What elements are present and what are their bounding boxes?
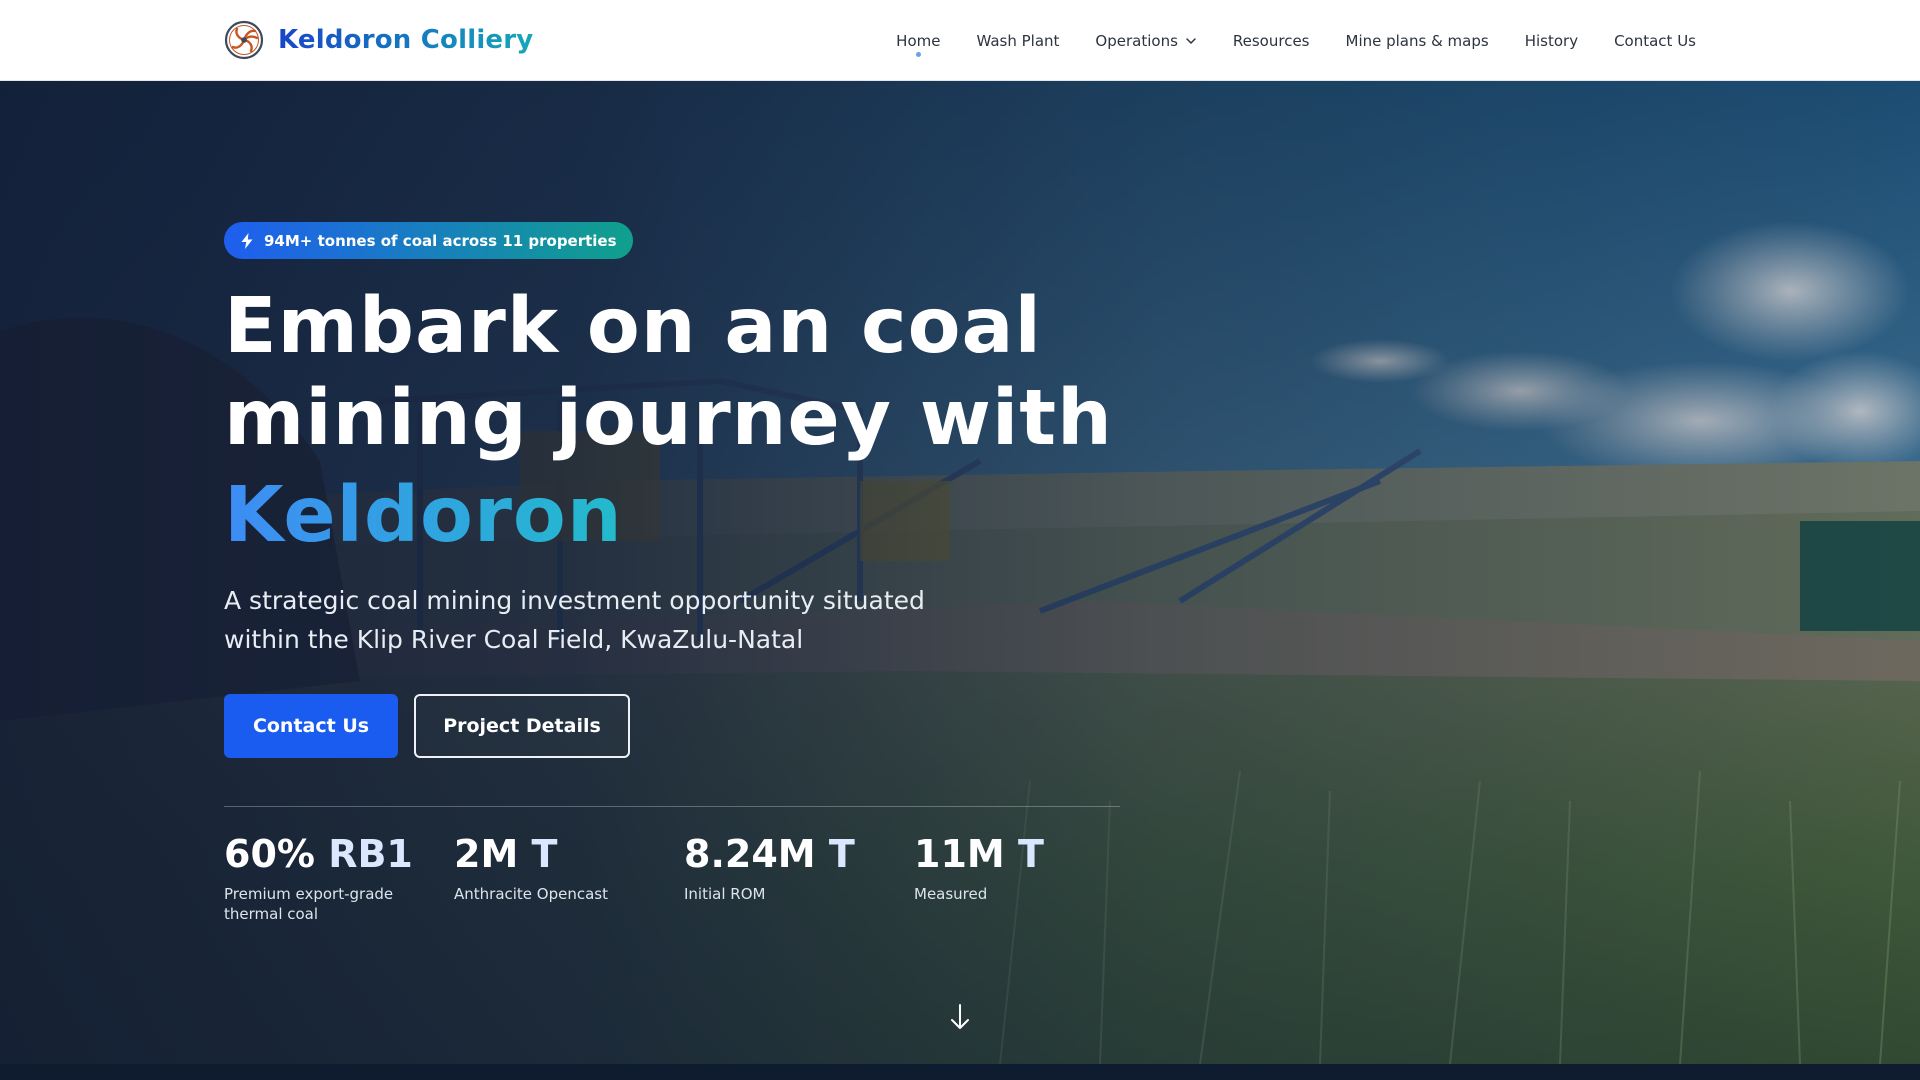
brand-link[interactable]: Keldoron Colliery [224, 19, 533, 61]
stat-label: Premium export-grade thermal coal [224, 885, 394, 923]
nav-item-history[interactable]: History [1525, 0, 1578, 81]
hero-section: 94M+ tonnes of coal across 11 properties… [0, 81, 1920, 1064]
nav-item-label: Mine plans & maps [1345, 31, 1489, 50]
project-details-button[interactable]: Project Details [414, 694, 630, 758]
main-menu: Home Wash Plant Operations Resources Min… [896, 0, 1696, 81]
nav-item-label: History [1524, 31, 1579, 50]
stat-unit: RB1 [328, 832, 413, 876]
stat-label: Initial ROM [684, 885, 766, 903]
hero-subtitle: A strategic coal mining investment oppor… [224, 586, 925, 654]
nav-item-label: Contact Us [1614, 31, 1696, 50]
stat-value: 8.24M T [684, 831, 914, 877]
nav-item-home[interactable]: Home [896, 0, 940, 81]
brand-name: Keldoron Colliery [278, 25, 534, 55]
stat-item: 11M T Measured [914, 831, 1144, 924]
stat-item: 2M T Anthracite Opencast [454, 831, 684, 924]
badge-text: 94M+ tonnes of coal across 11 properties [264, 231, 617, 250]
stat-value: 60% RB1 [224, 831, 454, 877]
tonnage-badge: 94M+ tonnes of coal across 11 properties [224, 222, 633, 259]
stat-unit: T [1017, 832, 1044, 876]
chevron-down-icon [1186, 37, 1196, 44]
stat-label: Anthracite Opencast [454, 885, 609, 903]
stat-value: 2M T [454, 831, 684, 877]
nav-item-label: Operations [1095, 31, 1178, 50]
hero-headline: Embark on an coal mining journey with Ke… [224, 281, 1124, 562]
headline-accent: Keldoron [224, 470, 1124, 562]
nav-item-label: Home [896, 31, 941, 50]
stat-number: 8.24M [684, 832, 816, 876]
top-navigation-bar: Keldoron Colliery Home Wash Plant Operat… [0, 0, 1920, 81]
stat-number: 2M [454, 832, 519, 876]
stat-item: 8.24M T Initial ROM [684, 831, 914, 924]
stats-divider [224, 806, 1120, 807]
nav-item-wash-plant[interactable]: Wash Plant [976, 0, 1059, 81]
stat-unit: T [828, 832, 855, 876]
contact-us-button[interactable]: Contact Us [224, 694, 398, 758]
headline-text: Embark on an coal mining journey with [224, 282, 1113, 463]
mine-wheel-logo-icon [224, 20, 264, 60]
stat-label: Measured [914, 885, 988, 903]
stat-value: 11M T [914, 831, 1144, 877]
nav-item-operations[interactable]: Operations [1095, 0, 1196, 81]
stat-item: 60% RB1 Premium export-grade thermal coa… [224, 831, 454, 924]
nav-item-contact-us[interactable]: Contact Us [1614, 0, 1696, 81]
nav-item-label: Resources [1232, 31, 1310, 50]
stat-unit: T [531, 832, 558, 876]
nav-item-resources[interactable]: Resources [1233, 0, 1310, 81]
lightning-bolt-icon [241, 232, 253, 249]
nav-item-label: Wash Plant [976, 31, 1060, 50]
arrow-down-icon[interactable] [949, 1002, 971, 1032]
stats-row: 60% RB1 Premium export-grade thermal coa… [224, 831, 1144, 924]
stat-number: 60% [224, 832, 315, 876]
stat-number: 11M [914, 832, 1005, 876]
nav-item-mine-plans-maps[interactable]: Mine plans & maps [1346, 0, 1489, 81]
